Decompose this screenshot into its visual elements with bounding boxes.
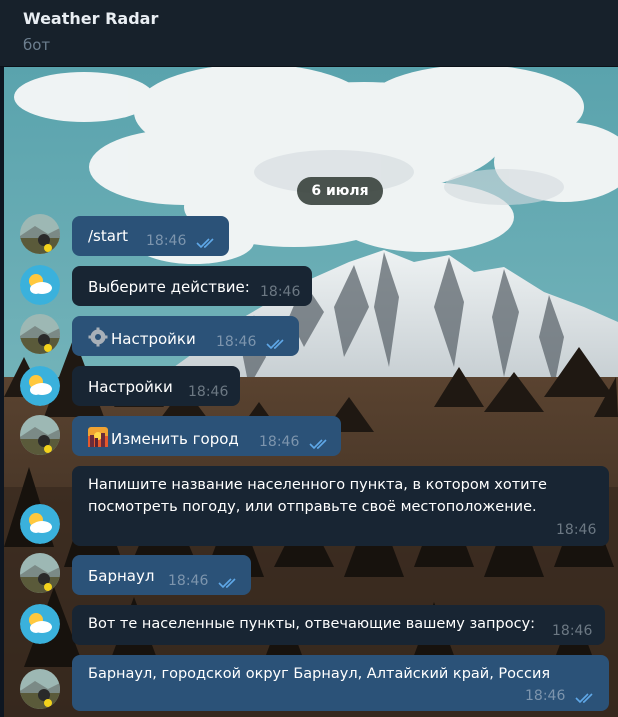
sun-cloud-icon (20, 504, 60, 544)
message-time: 18:46 (168, 573, 209, 589)
message-time: 18:46 (552, 623, 593, 639)
message-text: /start (88, 227, 128, 245)
message-bubble-outgoing[interactable]: Изменить город 18:46 (72, 416, 341, 456)
message-text: Настройки (111, 330, 196, 348)
user-photo-icon (20, 314, 60, 354)
message-time: 18:46 (525, 688, 566, 704)
bot-avatar[interactable] (20, 604, 60, 644)
message-text: Выберите действие: (88, 278, 250, 296)
message-bubble-outgoing[interactable]: Настройки 18:46 (72, 316, 299, 356)
user-avatar[interactable] (20, 214, 60, 254)
chat-title: Weather Radar (23, 9, 159, 28)
double-check-icon (575, 693, 593, 704)
message-bubble-outgoing[interactable]: /start 18:46 (72, 216, 229, 256)
date-separator: 6 июля (297, 177, 383, 205)
sun-cloud-icon (20, 604, 60, 644)
message-time: 18:46 (260, 284, 301, 300)
user-photo-icon (20, 553, 60, 593)
message-bubble-incoming[interactable]: Настройки 18:46 (72, 366, 240, 406)
message-text-line: посмотреть погоду, или отправьте своё ме… (88, 499, 537, 515)
message-time: 18:46 (188, 384, 229, 400)
message-text: Барнаул (88, 567, 155, 585)
bot-avatar[interactable] (20, 366, 60, 406)
sun-cloud-icon (20, 265, 60, 305)
double-check-icon (218, 578, 236, 589)
message-time: 18:46 (146, 233, 187, 249)
message-time: 18:46 (556, 522, 597, 538)
message-bubble-outgoing[interactable]: Барнаул 18:46 (72, 555, 251, 595)
message-bubble-outgoing[interactable]: Барнаул, городской округ Барнаул, Алтайс… (72, 655, 609, 711)
bot-avatar[interactable] (20, 265, 60, 305)
message-time: 18:46 (259, 434, 300, 450)
user-photo-icon (20, 415, 60, 455)
chat-header[interactable]: Weather Radar бот (0, 0, 618, 67)
user-photo-icon (20, 214, 60, 254)
message-text: Барнаул, городской округ Барнаул, Алтайс… (88, 666, 551, 682)
message-bubble-incoming[interactable]: Выберите действие: 18:46 (72, 266, 312, 306)
message-text: Изменить город (111, 430, 239, 448)
message-time: 18:46 (216, 334, 257, 350)
user-avatar[interactable] (20, 669, 60, 709)
sun-cloud-icon (20, 366, 60, 406)
message-text: Настройки (88, 378, 173, 396)
user-photo-icon (20, 669, 60, 709)
user-avatar[interactable] (20, 415, 60, 455)
gear-icon (88, 327, 108, 347)
double-check-icon (196, 238, 214, 249)
user-avatar[interactable] (20, 314, 60, 354)
chat-subtitle: бот (23, 36, 51, 54)
message-bubble-incoming[interactable]: Вот те населенные пункты, отвечающие ваш… (72, 605, 605, 645)
user-avatar[interactable] (20, 553, 60, 593)
message-text-line: Напишите название населенного пункта, в … (88, 477, 547, 493)
message-bubble-incoming[interactable]: Напишите название населенного пункта, в … (72, 466, 609, 546)
double-check-icon (309, 439, 327, 450)
double-check-icon (266, 339, 284, 350)
message-text: Вот те населенные пункты, отвечающие ваш… (88, 616, 536, 632)
cityscape-icon (88, 427, 108, 447)
bot-avatar[interactable] (20, 504, 60, 544)
